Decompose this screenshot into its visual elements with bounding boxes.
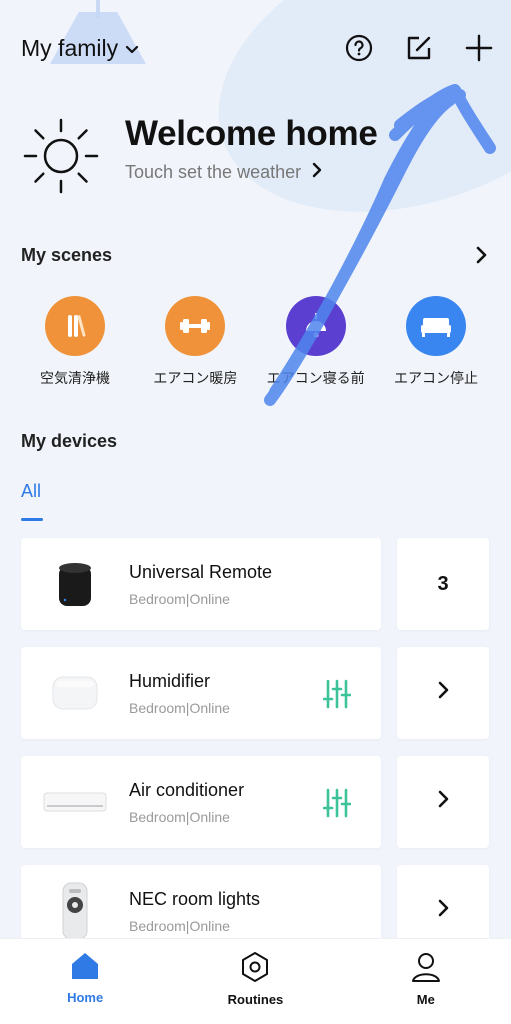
header: My family	[21, 30, 493, 66]
device-side-button[interactable]	[397, 756, 489, 848]
air-purifier-icon	[45, 296, 105, 356]
nav-label: Routines	[227, 992, 284, 1007]
device-status: Bedroom|Online	[129, 590, 230, 607]
weather-text: Welcome home Touch set the weather	[125, 112, 378, 183]
sliders-icon[interactable]	[322, 788, 352, 823]
device-name: NEC room lights	[129, 888, 261, 909]
device-name: Universal Remote	[129, 561, 273, 582]
device-info: Air conditioner Bedroom|Online	[129, 780, 244, 825]
weather-subtitle: Touch set the weather	[125, 162, 302, 182]
device-row: Universal Remote Bedroom|Online 3	[21, 538, 490, 630]
help-icon[interactable]	[345, 34, 373, 62]
scenes-more-icon[interactable]	[475, 246, 487, 269]
welcome-title: Welcome home	[125, 114, 378, 153]
sliders-icon[interactable]	[322, 679, 352, 714]
chevron-down-icon	[124, 36, 140, 63]
device-info: NEC room lights Bedroom|Online	[129, 889, 260, 934]
scene-label: 空気清浄機	[40, 370, 110, 386]
device-info: Humidifier Bedroom|Online	[129, 671, 230, 716]
scene-label: エアコン停止	[393, 370, 478, 386]
nav-home[interactable]: Home	[25, 951, 145, 1005]
humidifier-icon	[35, 647, 115, 739]
family-label: My family	[21, 34, 119, 61]
person-icon	[410, 951, 442, 988]
hexagon-icon	[240, 951, 270, 988]
lamp-icon	[285, 296, 346, 356]
dumbbell-icon	[165, 296, 226, 356]
scene-label: エアコン暖房	[153, 370, 238, 386]
tab-all[interactable]: All	[21, 481, 41, 502]
device-name: Air conditioner	[129, 779, 245, 800]
scene-item[interactable]: エアコン停止	[376, 296, 496, 388]
chevron-right-icon	[437, 899, 449, 923]
plus-icon[interactable]	[465, 34, 493, 62]
scenes-list: 空気清浄機 エアコン暖房 エアコン寝る前 エアコン停止	[15, 296, 496, 388]
device-info: Universal Remote Bedroom|Online	[129, 562, 272, 607]
device-name: Humidifier	[129, 670, 211, 691]
device-row: Humidifier Bedroom|Online	[21, 647, 490, 739]
nav-routines[interactable]: Routines	[195, 951, 315, 1007]
nav-me[interactable]: Me	[366, 951, 486, 1007]
device-card[interactable]: Air conditioner Bedroom|Online	[21, 756, 381, 848]
family-selector[interactable]: My family	[21, 34, 140, 63]
devices-title: My devices	[21, 431, 118, 451]
chevron-right-icon	[437, 790, 449, 814]
scene-label: エアコン寝る前	[266, 370, 365, 386]
device-status: Bedroom|Online	[129, 699, 230, 716]
device-side-button[interactable]: 3	[397, 538, 489, 630]
air-conditioner-icon	[35, 756, 115, 848]
device-side-button[interactable]	[397, 647, 489, 739]
scene-item[interactable]: 空気清浄機	[15, 296, 135, 388]
nav-label: Me	[416, 992, 435, 1007]
bed-icon	[405, 296, 466, 356]
device-status: Bedroom|Online	[129, 917, 230, 934]
chevron-right-icon	[311, 162, 323, 183]
home-icon	[69, 951, 101, 986]
device-card[interactable]: Humidifier Bedroom|Online	[21, 647, 381, 739]
sun-icon	[21, 116, 101, 196]
bottom-nav: Home Routines Me	[0, 938, 511, 1024]
scene-item[interactable]: エアコン暖房	[135, 296, 255, 388]
device-count: 3	[437, 572, 449, 595]
scenes-title: My scenes	[21, 245, 113, 265]
device-status: Bedroom|Online	[129, 808, 230, 825]
edit-icon[interactable]	[405, 34, 433, 62]
remote-hub-icon	[35, 538, 115, 630]
weather-hint[interactable]: Touch set the weather	[125, 162, 378, 183]
chevron-right-icon	[437, 681, 449, 705]
device-card[interactable]: Universal Remote Bedroom|Online	[21, 538, 381, 630]
tab-underline	[21, 518, 43, 521]
weather-widget[interactable]: Welcome home Touch set the weather	[21, 112, 511, 196]
background-lamp-cord	[96, 0, 100, 18]
nav-label: Home	[67, 990, 104, 1005]
device-row: Air conditioner Bedroom|Online	[21, 756, 490, 848]
scene-item[interactable]: エアコン寝る前	[256, 296, 376, 388]
header-actions	[345, 34, 493, 62]
